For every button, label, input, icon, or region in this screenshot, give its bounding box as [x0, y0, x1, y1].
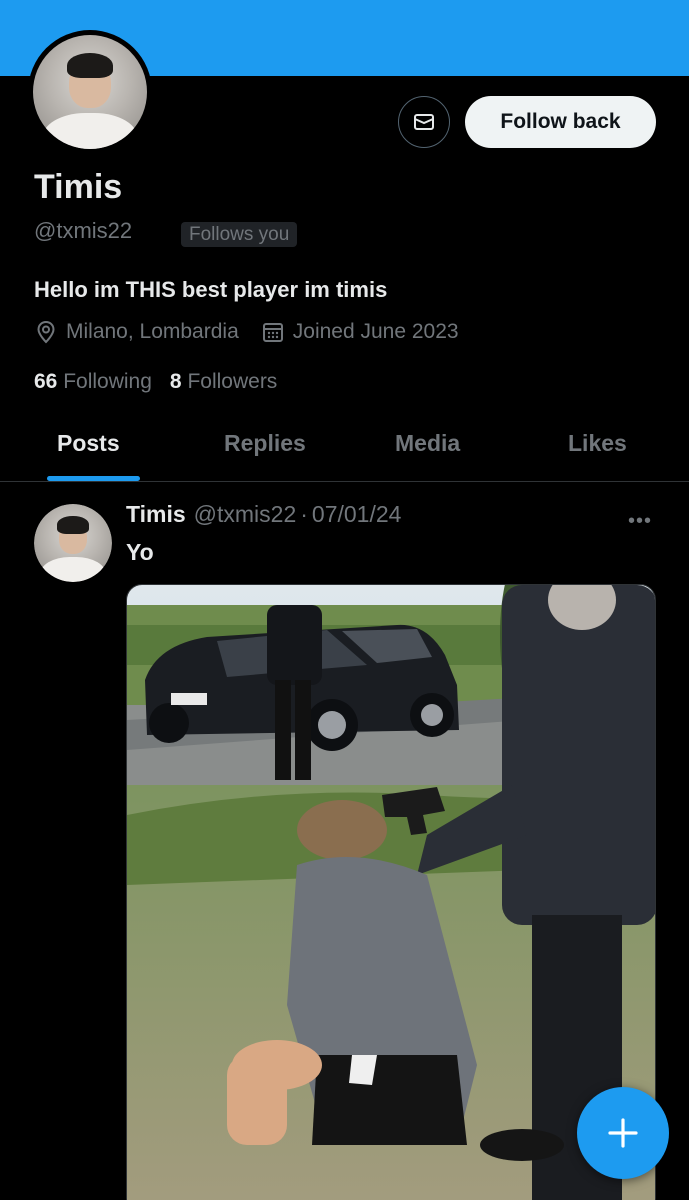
joined-date: Joined June 2023 — [261, 320, 459, 344]
post-author-name[interactable]: Timis — [126, 501, 186, 528]
following-link[interactable]: 66 Following — [34, 370, 152, 394]
tab-media[interactable]: Media — [395, 430, 460, 457]
follows-you-badge: Follows you — [181, 222, 298, 247]
post-author-avatar[interactable] — [34, 504, 112, 582]
separator-dot: · — [300, 501, 308, 527]
follow-stats: 66 Following 8 Followers — [34, 370, 295, 394]
profile-tabs: Posts Replies Media Likes — [0, 416, 689, 482]
post-header: Timis @txmis22 · 07/01/24 — [126, 501, 401, 528]
post-photo — [127, 585, 655, 1200]
avatar-photo — [34, 504, 112, 582]
following-count: 66 — [34, 370, 58, 393]
plus-icon — [608, 1118, 638, 1148]
active-tab-indicator — [47, 476, 140, 481]
tab-posts[interactable]: Posts — [57, 430, 120, 457]
post-author-handle[interactable]: @txmis22 — [194, 501, 297, 528]
location-text: Milano, Lombardia — [66, 320, 239, 343]
follow-back-button[interactable]: Follow back — [465, 96, 656, 148]
compose-post-button[interactable] — [577, 1087, 669, 1179]
tab-replies[interactable]: Replies — [224, 430, 306, 457]
following-label: Following — [63, 370, 152, 393]
post-image[interactable] — [126, 584, 656, 1200]
post-text: Yo — [126, 539, 154, 565]
calendar-icon — [262, 323, 283, 342]
location: Milano, Lombardia — [34, 320, 239, 344]
profile-meta: Milano, Lombardia Joined June 2023 — [34, 320, 481, 344]
profile-name: Timis — [34, 168, 123, 206]
location-pin-icon — [37, 320, 55, 344]
profile-handle: @txmis22 — [34, 218, 133, 243]
profile-avatar[interactable] — [28, 30, 152, 154]
joined-text: Joined June 2023 — [292, 320, 459, 343]
avatar-photo — [33, 35, 147, 149]
followers-link[interactable]: 8 Followers — [170, 370, 277, 394]
tab-likes[interactable]: Likes — [568, 430, 627, 457]
message-button[interactable] — [398, 96, 450, 148]
profile-bio: Hello im THIS best player im timis — [34, 277, 388, 302]
envelope-icon — [414, 114, 434, 130]
more-options-icon[interactable]: ••• — [628, 510, 652, 533]
post-date[interactable]: 07/01/24 — [312, 501, 402, 528]
followers-label: Followers — [187, 370, 278, 393]
followers-count: 8 — [169, 370, 182, 393]
